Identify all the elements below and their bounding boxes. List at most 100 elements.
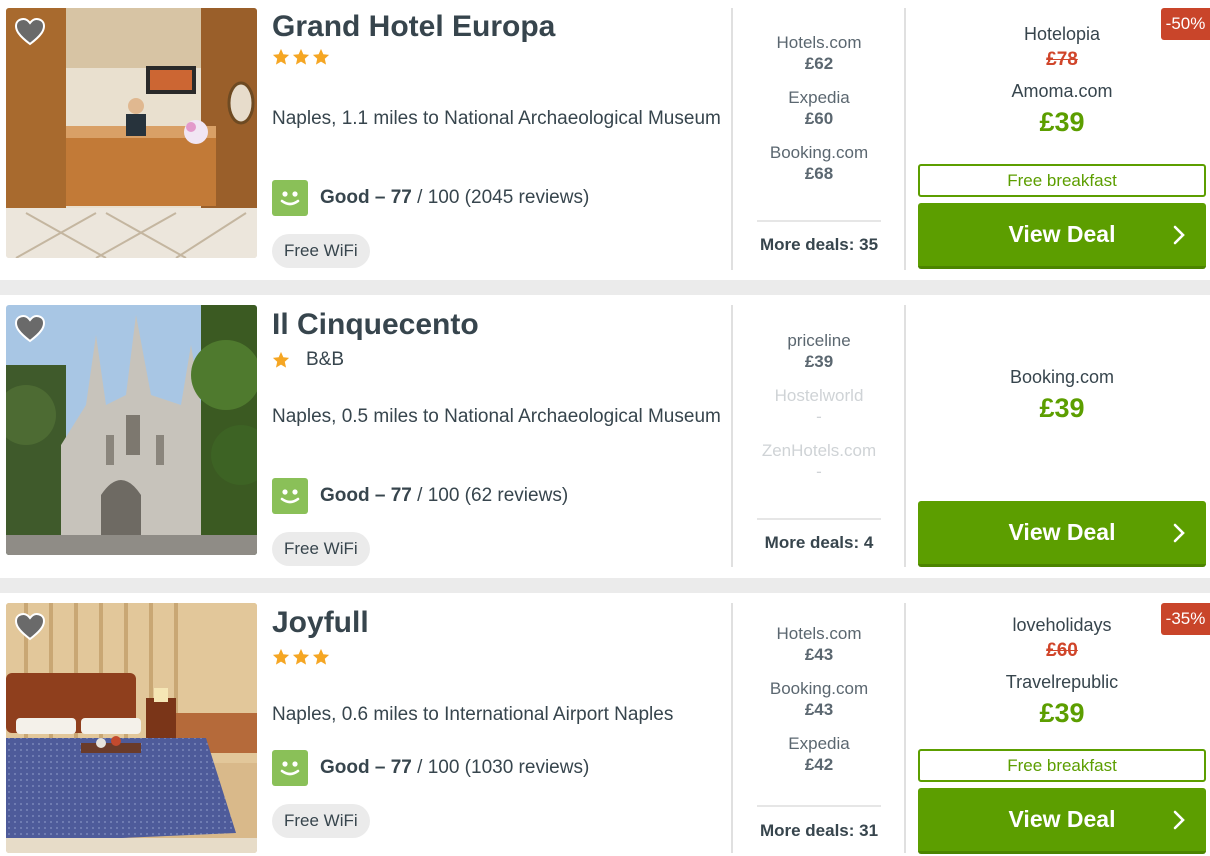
hotel-name[interactable]: Grand Hotel Europa (272, 10, 555, 44)
favorite-heart-icon[interactable] (14, 313, 46, 345)
hotel-card-1[interactable]: Grand Hotel Europa Naples, 1.1 miles to … (0, 0, 1210, 280)
provider-price: £60 (804, 109, 834, 128)
hotel-name[interactable]: Joyfull (272, 606, 369, 640)
view-deal-button[interactable]: View Deal (918, 788, 1206, 854)
chevron-right-icon (1173, 523, 1185, 543)
star-rating (272, 648, 330, 666)
provider-name: Expedia (788, 88, 850, 107)
provider-price: £43 (804, 645, 834, 664)
provider-price: £42 (804, 755, 834, 774)
provider-name: priceline (787, 331, 851, 350)
hotel-location: Naples, 1.1 miles to National Archaeolog… (272, 108, 721, 129)
column-divider (904, 305, 906, 567)
column-divider (731, 603, 733, 853)
smiley-icon (272, 750, 308, 786)
provider-offer[interactable]: Booking.com £68 (757, 142, 881, 185)
best-provider: Travelrepublic (1005, 672, 1119, 692)
provider-offer[interactable]: Hostelworld - (757, 385, 881, 428)
column-divider (731, 305, 733, 567)
hotel-card-3[interactable]: Joyfull Naples, 0.6 miles to Internation… (0, 593, 1210, 856)
original-provider: loveholidays (1012, 615, 1112, 635)
star-rating (272, 48, 330, 66)
provider-separator (757, 805, 881, 807)
more-deals-link[interactable]: More deals: 31 (740, 821, 898, 841)
provider-price: - (816, 407, 822, 426)
best-deal: loveholidays £60 Travelrepublic £39 (918, 615, 1206, 729)
provider-price: £62 (804, 54, 834, 73)
favorite-heart-icon[interactable] (14, 611, 46, 643)
best-price: £39 (1039, 393, 1085, 423)
smiley-icon (272, 180, 308, 216)
smiley-icon (272, 478, 308, 514)
provider-price: £43 (804, 700, 834, 719)
more-deals-link[interactable]: More deals: 4 (740, 533, 898, 553)
amenity-badge: Free WiFi (272, 532, 370, 566)
hotel-card-2[interactable]: Il Cinquecento B&B Naples, 0.5 miles to … (0, 295, 1210, 578)
rating-detail: / 100 (1030 reviews) (411, 757, 590, 778)
view-deal-button[interactable]: View Deal (918, 501, 1206, 567)
provider-name: Booking.com (769, 679, 869, 698)
column-divider (731, 8, 733, 270)
view-deal-label: View Deal (1008, 519, 1116, 545)
rating-detail: / 100 (62 reviews) (411, 485, 569, 506)
star-icon (272, 351, 290, 368)
provider-name: Booking.com (769, 143, 869, 162)
star-icon (292, 648, 310, 665)
star-icon (312, 48, 330, 65)
star-rating: B&B (272, 349, 344, 371)
provider-offer[interactable]: Expedia £60 (757, 87, 881, 130)
hotel-location: Naples, 0.6 miles to International Airpo… (272, 704, 674, 725)
provider-offer[interactable]: Expedia £42 (757, 733, 881, 776)
provider-name: Expedia (788, 734, 850, 753)
best-price: £39 (1039, 698, 1085, 728)
hotel-photo-cathedral[interactable] (6, 305, 257, 555)
rating-detail: / 100 (2045 reviews) (411, 187, 590, 208)
free-breakfast-tag: Free breakfast (918, 164, 1206, 197)
column-divider (904, 8, 906, 270)
best-deal: Hotelopia £78 Amoma.com £39 (918, 24, 1206, 138)
favorite-heart-icon[interactable] (14, 16, 46, 48)
provider-offer[interactable]: Hotels.com £62 (757, 32, 881, 75)
best-deal: Booking.com £39 (918, 367, 1206, 424)
provider-offer[interactable]: priceline £39 (757, 330, 881, 373)
star-icon (272, 48, 290, 65)
provider-name: Hotels.com (776, 624, 862, 643)
hotel-photo-lobby[interactable] (6, 8, 257, 258)
other-providers: priceline £39 Hostelworld - ZenHotels.co… (757, 330, 881, 495)
hotel-photo-bedroom[interactable] (6, 603, 257, 853)
amenity-badge: Free WiFi (272, 804, 370, 838)
chevron-right-icon (1173, 225, 1185, 245)
star-icon (292, 48, 310, 65)
provider-name: ZenHotels.com (761, 441, 877, 460)
rating-label: Good – 77 (320, 485, 412, 506)
original-price: £78 (1046, 49, 1078, 70)
rating-label: Good – 77 (320, 757, 412, 778)
provider-separator (757, 518, 881, 520)
best-provider: Booking.com (1009, 367, 1115, 387)
other-providers: Hotels.com £43 Booking.com £43 Expedia £… (757, 623, 881, 788)
guest-rating: Good – 77 / 100 (1030 reviews) (272, 750, 589, 786)
best-price: £39 (1039, 107, 1085, 137)
provider-name: Hotels.com (776, 33, 862, 52)
provider-offer[interactable]: ZenHotels.com - (757, 440, 881, 483)
property-type: B&B (306, 349, 345, 370)
hotel-name[interactable]: Il Cinquecento (272, 308, 479, 342)
guest-rating: Good – 77 / 100 (62 reviews) (272, 478, 568, 514)
column-divider (904, 603, 906, 853)
provider-price: - (816, 462, 822, 481)
view-deal-label: View Deal (1008, 221, 1116, 247)
chevron-right-icon (1173, 810, 1185, 830)
view-deal-label: View Deal (1008, 806, 1116, 832)
provider-price: £68 (804, 164, 834, 183)
guest-rating: Good – 77 / 100 (2045 reviews) (272, 180, 589, 216)
view-deal-button[interactable]: View Deal (918, 203, 1206, 269)
provider-price: £39 (804, 352, 834, 371)
free-breakfast-tag: Free breakfast (918, 749, 1206, 782)
provider-offer[interactable]: Hotels.com £43 (757, 623, 881, 666)
provider-separator (757, 220, 881, 222)
more-deals-link[interactable]: More deals: 35 (740, 235, 898, 255)
best-provider: Amoma.com (1011, 81, 1113, 101)
original-price: £60 (1046, 640, 1078, 661)
star-icon (272, 648, 290, 665)
provider-offer[interactable]: Booking.com £43 (757, 678, 881, 721)
